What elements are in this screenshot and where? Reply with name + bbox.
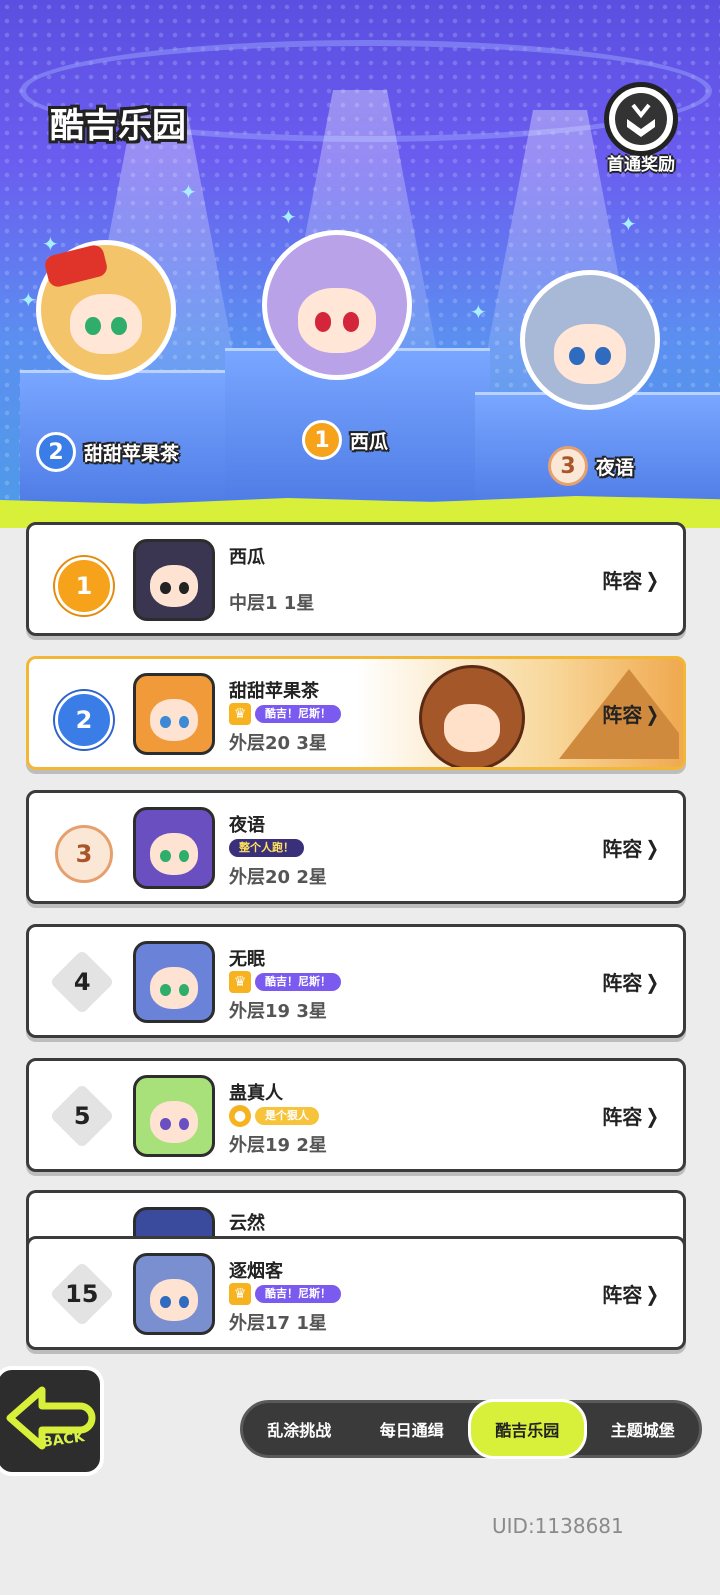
reward-badge-icon [604, 82, 678, 156]
leaderboard-row[interactable]: 4 无眠 ♛ 酷吉！尼斯！ 外层19 3星 阵容 ❯ [26, 924, 686, 1038]
lineup-button[interactable]: 阵容 ❯ [602, 1279, 661, 1308]
lineup-button[interactable]: 阵容 ❯ [602, 833, 661, 862]
tab-kuji-park[interactable]: 酷吉乐园 [468, 1399, 587, 1459]
sparkle-icon: ✦ [280, 205, 297, 229]
lineup-label: 阵容 [602, 1283, 643, 1307]
rank-badge-icon: 15 [49, 1261, 115, 1327]
title-text: 是个狠人 [255, 1107, 319, 1125]
title-text: 酷吉！尼斯！ [255, 973, 341, 991]
sparkle-icon: ✦ [42, 232, 59, 256]
chevron-right-icon: ❯ [645, 835, 660, 860]
character-avatar-first[interactable] [262, 230, 412, 380]
player-progress: 外层19 3星 [229, 1001, 327, 1022]
lineup-button[interactable]: 阵容 ❯ [602, 967, 661, 996]
leaderboard-row[interactable]: 1 西瓜 中层1 1星 阵容 ❯ [26, 522, 686, 636]
player-progress: 外层17 1星 [229, 1313, 327, 1334]
rank-badge-icon: 2 [55, 691, 113, 749]
rank-badge-icon: 1 [55, 557, 113, 615]
player-avatar[interactable] [133, 1075, 215, 1157]
player-progress: 外层20 3星 [229, 733, 327, 754]
self-rank-row[interactable]: 15 逐烟客 ♛ 酷吉！尼斯！ 外层17 1星 阵容 ❯ [26, 1236, 686, 1350]
lineup-button[interactable]: 阵容 ❯ [602, 565, 661, 594]
player-title-tag: ♛ 酷吉！尼斯！ [229, 1283, 341, 1305]
podium-player-name: 甜甜苹果茶 [84, 442, 180, 465]
leaderboard-row[interactable]: 3 夜语 整个人跑！ 外层20 2星 阵容 ❯ [26, 790, 686, 904]
player-name: 无眠 [229, 949, 265, 970]
player-name: 蛊真人 [229, 1083, 283, 1104]
leaderboard-row[interactable]: 5 蛊真人 ● 是个狠人 外层19 2星 阵容 ❯ [26, 1058, 686, 1172]
lineup-label: 阵容 [602, 569, 643, 593]
first-clear-reward-button[interactable]: 首通奖励 [596, 82, 686, 175]
player-progress: 外层20 2星 [229, 867, 327, 888]
podium-tag-third: 3 夜语 [548, 446, 634, 486]
chevron-right-icon: ❯ [645, 1103, 660, 1128]
player-title-tag: ● 是个狠人 [229, 1105, 319, 1127]
player-title-tag: ♛ 酷吉！尼斯！ [229, 703, 341, 725]
rank-badge-icon: 1 [302, 420, 342, 460]
podium-player-name: 夜语 [596, 456, 635, 479]
stage-banner: ✦ ✦ ✦ ✦ ✦ ✦ 酷吉乐园 首通奖励 2 甜甜苹果茶 1 西瓜 3 夜语 [0, 0, 720, 525]
player-name: 夜语 [229, 815, 265, 836]
chevron-right-icon: ❯ [645, 969, 660, 994]
player-name: 甜甜苹果茶 [229, 681, 319, 702]
player-name: 逐烟客 [229, 1261, 283, 1282]
sparkle-icon: ✦ [470, 300, 487, 324]
lineup-label: 阵容 [602, 837, 643, 861]
player-progress: 中层1 1星 [229, 593, 315, 614]
title-text: 酷吉！尼斯！ [255, 705, 341, 723]
rank-badge-icon: 2 [36, 432, 76, 472]
sparkle-icon: ✦ [20, 288, 37, 312]
chevron-right-icon: ❯ [645, 701, 660, 726]
sparkle-icon: ✦ [180, 180, 197, 204]
back-button[interactable]: BACK [0, 1366, 104, 1476]
tab-theme-castle[interactable]: 主题城堡 [587, 1403, 700, 1455]
chevron-right-icon: ❯ [645, 567, 660, 592]
player-avatar[interactable] [133, 1253, 215, 1335]
bottom-tab-bar: 乱涂挑战 每日通缉 酷吉乐园 主题城堡 [240, 1399, 702, 1459]
rank-badge-icon: 4 [49, 949, 115, 1015]
player-title-tag: 整个人跑！ [229, 837, 304, 859]
player-progress: 外层19 2星 [229, 1135, 327, 1156]
lineup-button[interactable]: 阵容 ❯ [602, 1101, 661, 1130]
tab-daily-wanted[interactable]: 每日通缉 [356, 1403, 469, 1455]
player-name: 云然 [229, 1213, 265, 1234]
player-avatar[interactable] [133, 941, 215, 1023]
player-avatar[interactable] [133, 673, 215, 755]
podium-tag-first: 1 西瓜 [302, 420, 388, 460]
chick-icon: ● [229, 1105, 251, 1127]
lineup-label: 阵容 [602, 1105, 643, 1129]
rank-badge-icon: 3 [55, 825, 113, 883]
podium-tag-second: 2 甜甜苹果茶 [36, 432, 179, 472]
title-text: 整个人跑！ [229, 839, 304, 857]
leaderboard-row[interactable]: 2 甜甜苹果茶 ♛ 酷吉！尼斯！ 外层20 3星 阵容 ❯ [26, 656, 686, 770]
page-title: 酷吉乐园 [50, 106, 186, 146]
player-name: 西瓜 [229, 547, 265, 568]
title-text: 酷吉！尼斯！ [255, 1285, 341, 1303]
trophy-icon: ♛ [229, 1283, 251, 1305]
tab-doodle-challenge[interactable]: 乱涂挑战 [243, 1403, 356, 1455]
trophy-icon: ♛ [229, 703, 251, 725]
player-avatar[interactable] [133, 807, 215, 889]
podium-player-name: 西瓜 [350, 430, 389, 453]
player-title-tag: ♛ 酷吉！尼斯！ [229, 971, 341, 993]
lineup-button[interactable]: 阵容 ❯ [602, 699, 661, 728]
rank-badge-icon: 5 [49, 1083, 115, 1149]
sparkle-icon: ✦ [620, 212, 637, 236]
chevron-right-icon: ❯ [645, 1281, 660, 1306]
player-avatar[interactable] [133, 539, 215, 621]
rank-badge-icon: 3 [548, 446, 588, 486]
lineup-label: 阵容 [602, 703, 643, 727]
trophy-icon: ♛ [229, 971, 251, 993]
character-avatar-third[interactable] [520, 270, 660, 410]
lineup-label: 阵容 [602, 971, 643, 995]
user-id: UID:1138681 [492, 1514, 624, 1538]
